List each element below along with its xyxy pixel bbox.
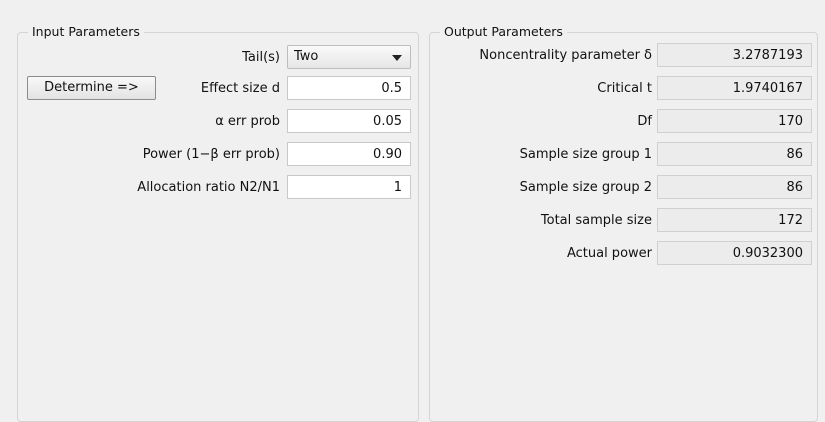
noncentrality-value: 3.2787193 <box>657 43 812 67</box>
actual-power-value: 0.9032300 <box>657 241 812 265</box>
tails-select[interactable]: Two <box>287 45 411 69</box>
output-parameters-group: Output Parameters Noncentrality paramete… <box>429 24 818 422</box>
df-value: 170 <box>657 109 812 133</box>
input-parameters-title: Input Parameters <box>28 24 144 40</box>
effect-size-input[interactable]: 0.5 <box>287 76 411 100</box>
tails-row: Tail(s) Two <box>18 45 418 71</box>
power-input[interactable]: 0.90 <box>287 142 411 166</box>
sample-size-group-1-label: Sample size group 1 <box>519 147 652 162</box>
alpha-row: α err prob 0.05 <box>18 109 418 135</box>
tails-label: Tail(s) <box>242 50 280 65</box>
df-label: Df <box>637 114 652 129</box>
total-sample-size-value: 172 <box>657 208 812 232</box>
output-parameters-title: Output Parameters <box>440 24 567 40</box>
noncentrality-label: Noncentrality parameter δ <box>479 48 652 63</box>
power-row: Power (1−β err prob) 0.90 <box>18 142 418 168</box>
actual-power-label: Actual power <box>566 246 652 261</box>
sample-size-group-1-value: 86 <box>657 142 812 166</box>
output-row-sample-group-2: Sample size group 2 86 <box>430 175 817 201</box>
output-row-df: Df 170 <box>430 109 817 135</box>
sample-size-group-2-label: Sample size group 2 <box>519 180 652 195</box>
effect-size-label: Effect size d <box>200 81 280 96</box>
input-parameters-group: Input Parameters Tail(s) Two Determine =… <box>17 24 419 422</box>
output-row-sample-group-1: Sample size group 1 86 <box>430 142 817 168</box>
effect-size-row: Determine => Effect size d 0.5 <box>18 76 418 102</box>
alpha-label: α err prob <box>215 114 280 129</box>
determine-button[interactable]: Determine => <box>27 76 156 100</box>
allocation-row: Allocation ratio N2/N1 1 <box>18 175 418 201</box>
allocation-input[interactable]: 1 <box>287 175 411 199</box>
alpha-input[interactable]: 0.05 <box>287 109 411 133</box>
output-row-noncentrality: Noncentrality parameter δ 3.2787193 <box>430 43 817 69</box>
total-sample-size-label: Total sample size <box>540 213 652 228</box>
critical-t-label: Critical t <box>597 81 652 96</box>
allocation-label: Allocation ratio N2/N1 <box>137 180 280 195</box>
chevron-down-icon <box>392 55 402 61</box>
sample-size-group-2-value: 86 <box>657 175 812 199</box>
output-row-total-sample: Total sample size 172 <box>430 208 817 234</box>
power-label: Power (1−β err prob) <box>142 147 280 162</box>
output-row-actual-power: Actual power 0.9032300 <box>430 241 817 267</box>
tails-select-value: Two <box>294 49 319 64</box>
critical-t-value: 1.9740167 <box>657 76 812 100</box>
output-row-critical-t: Critical t 1.9740167 <box>430 76 817 102</box>
